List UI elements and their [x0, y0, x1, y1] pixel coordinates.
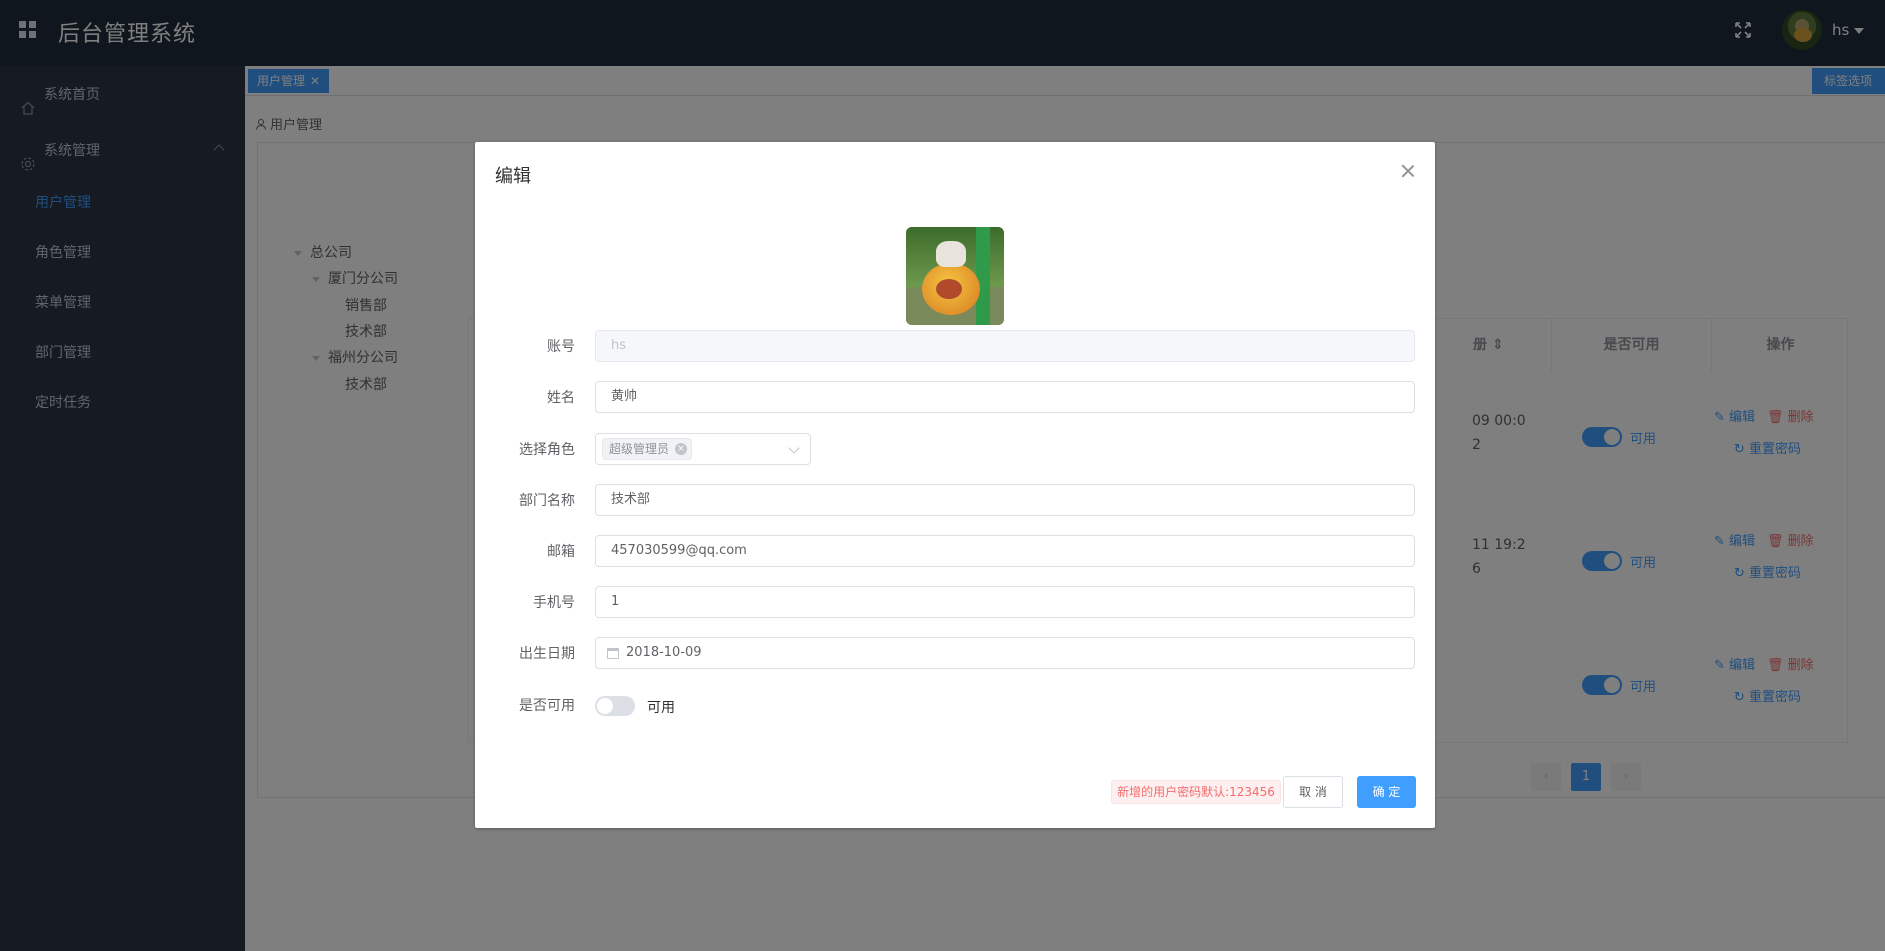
enabled-switch-label: 可用	[647, 700, 675, 716]
account-label: 账号	[547, 339, 575, 355]
close-icon[interactable]	[1401, 164, 1415, 178]
name-field[interactable]: 黄帅	[595, 381, 1415, 413]
avatar-upload[interactable]	[906, 227, 1004, 325]
enabled-label: 是否可用	[519, 698, 575, 714]
password-tip: 新增的用户密码默认:123456	[1111, 780, 1281, 804]
role-select[interactable]: 超级管理员 ×	[595, 433, 811, 465]
email-label: 邮箱	[547, 544, 575, 560]
chevron-down-icon	[788, 442, 800, 454]
birthday-value: 2018-10-09	[626, 645, 702, 660]
birthday-label: 出生日期	[519, 646, 575, 662]
email-field[interactable]: 457030599@qq.com	[595, 535, 1415, 567]
enabled-switch[interactable]	[595, 696, 635, 716]
dialog-title: 编辑	[495, 166, 531, 187]
phone-label: 手机号	[533, 595, 575, 611]
dept-field[interactable]: 技术部	[595, 484, 1415, 516]
role-label: 选择角色	[519, 442, 575, 458]
role-tag: 超级管理员 ×	[602, 438, 693, 460]
cancel-button[interactable]: 取 消	[1283, 776, 1343, 808]
birthday-picker[interactable]: 2018-10-09	[595, 637, 1415, 669]
phone-field[interactable]: 1	[595, 586, 1415, 618]
edit-dialog: 编辑 账号 hs 姓名 黄帅 选择角色 超级管理员 × 部门名称 技术部 邮箱 …	[475, 142, 1435, 828]
name-label: 姓名	[547, 390, 575, 406]
calendar-icon	[607, 648, 619, 659]
dept-label: 部门名称	[519, 493, 575, 509]
role-tag-label: 超级管理员	[609, 442, 670, 456]
account-field: hs	[595, 330, 1415, 362]
close-icon[interactable]: ×	[675, 443, 688, 455]
confirm-button[interactable]: 确 定	[1357, 776, 1416, 808]
